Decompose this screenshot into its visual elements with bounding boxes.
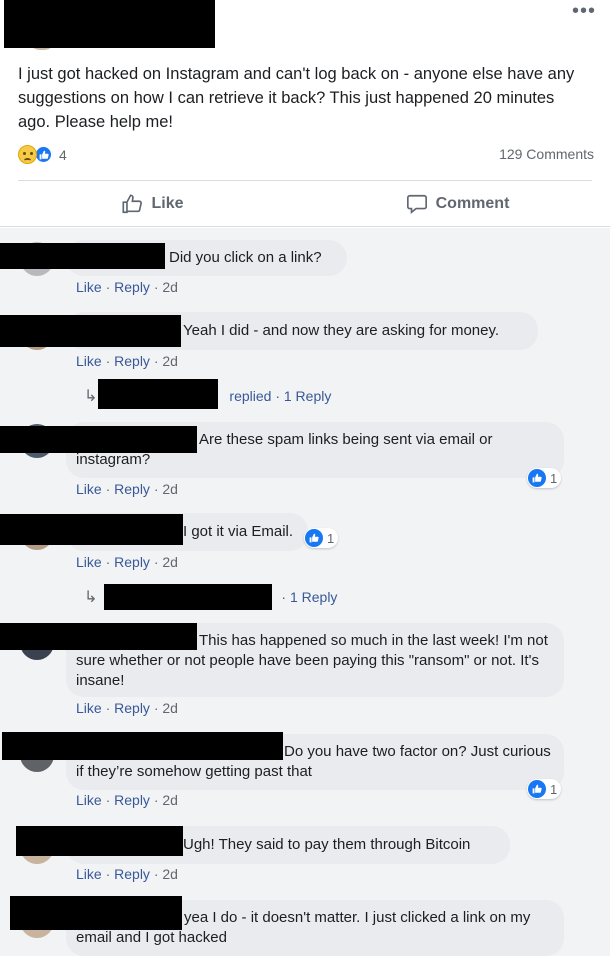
- comment-timestamp[interactable]: 2d: [162, 353, 178, 369]
- redacted-reply-name: [104, 584, 272, 610]
- comment-actions: Like · Reply · 2d: [76, 353, 178, 369]
- comment-reply-link[interactable]: Reply: [114, 481, 150, 497]
- separator: ·: [101, 554, 115, 570]
- comment-actions: Like · Reply · 2d: [76, 866, 178, 882]
- comments-count-link[interactable]: 129 Comments: [499, 146, 594, 162]
- comment-text: Did you click on a link?: [169, 249, 322, 266]
- like-reaction-icon: [528, 780, 546, 798]
- comment-timestamp[interactable]: 2d: [162, 792, 178, 808]
- divider: [0, 226, 610, 227]
- redacted-commenter-name: [0, 514, 183, 545]
- comment-like-link[interactable]: Like: [76, 700, 102, 716]
- comment-reply-link[interactable]: Reply: [114, 866, 150, 882]
- comment-timestamp[interactable]: 2d: [162, 700, 178, 716]
- comment-timestamp[interactable]: 2d: [162, 481, 178, 497]
- reaction-count: 4: [59, 146, 67, 163]
- reply-arrow-icon: ↳: [84, 388, 98, 405]
- replies-count[interactable]: replied · 1 Reply: [229, 388, 331, 404]
- separator: ·: [149, 353, 163, 369]
- comment-button-label: Comment: [435, 195, 510, 212]
- separator: ·: [101, 866, 115, 882]
- like-button-label: Like: [151, 195, 184, 212]
- separator: ·: [149, 554, 163, 570]
- post-text: I just got hacked on Instagram and can't…: [18, 65, 575, 131]
- redacted-author-name: [4, 0, 215, 48]
- comment-button[interactable]: Comment: [305, 184, 610, 224]
- redacted-commenter-name: [0, 315, 181, 347]
- more-options-icon[interactable]: •••: [572, 1, 596, 21]
- like-reaction-icon: [528, 469, 546, 487]
- comment-like-count: 1: [550, 781, 558, 797]
- comment-text: Ugh! They said to pay them through Bitco…: [183, 836, 471, 853]
- redacted-commenter-name: [10, 896, 182, 930]
- redacted-commenter-name: [0, 623, 197, 650]
- comment-actions: Like · Reply · 2d: [76, 481, 178, 497]
- comment-like-link[interactable]: Like: [76, 866, 102, 882]
- comment-like-count: 1: [550, 470, 558, 486]
- sad-reaction-icon: [18, 145, 37, 164]
- redacted-commenter-name: [16, 826, 183, 856]
- comment-icon: [406, 194, 427, 214]
- comment-timestamp[interactable]: 2d: [162, 279, 178, 295]
- separator: ·: [101, 279, 115, 295]
- comment-like-link[interactable]: Like: [76, 279, 102, 295]
- comment-actions: Like · Reply · 2d: [76, 792, 178, 808]
- comment-like-link[interactable]: Like: [76, 554, 102, 570]
- separator: ·: [101, 481, 115, 497]
- like-button[interactable]: Like: [0, 184, 305, 224]
- comment-like-link[interactable]: Like: [76, 353, 102, 369]
- reply-arrow-icon: ↳: [84, 589, 98, 606]
- separator: ·: [149, 866, 163, 882]
- comment-reply-link[interactable]: Reply: [114, 279, 150, 295]
- comment-reactions[interactable]: 1: [527, 779, 562, 799]
- reactions-summary[interactable]: 4: [18, 145, 67, 164]
- separator: ·: [101, 353, 115, 369]
- comment-like-link[interactable]: Like: [76, 481, 102, 497]
- comment-actions: Like · Reply · 2d: [76, 279, 178, 295]
- separator: ·: [101, 700, 115, 716]
- post-actions-bar: Like Comment: [0, 184, 610, 224]
- comment-like-count: 1: [327, 530, 335, 546]
- divider: [18, 180, 592, 181]
- separator: ·: [149, 279, 163, 295]
- replies-count[interactable]: · 1 Reply: [281, 589, 337, 605]
- comment-timestamp[interactable]: 2d: [162, 554, 178, 570]
- thumbs-up-icon: [122, 194, 143, 214]
- comment-text: I got it via Email.: [183, 523, 294, 540]
- comment-text: Yeah I did - and now they are asking for…: [183, 322, 500, 339]
- separator: ·: [101, 792, 115, 808]
- separator: ·: [149, 481, 163, 497]
- comment-reply-link[interactable]: Reply: [114, 792, 150, 808]
- redacted-commenter-name: [0, 243, 165, 269]
- comment-reactions[interactable]: 1: [304, 528, 339, 548]
- like-reaction-icon: [305, 529, 323, 547]
- comment-reply-link[interactable]: Reply: [114, 700, 150, 716]
- comment-reply-link[interactable]: Reply: [114, 353, 150, 369]
- comment-actions: Like · Reply · 2d: [76, 700, 178, 716]
- separator: ·: [149, 792, 163, 808]
- comment-actions: Like · Reply · 2d: [76, 554, 178, 570]
- separator: ·: [149, 700, 163, 716]
- redacted-reply-name: [98, 379, 218, 409]
- comment-timestamp[interactable]: 2d: [162, 866, 178, 882]
- redacted-commenter-name: [0, 426, 197, 453]
- comment-like-link[interactable]: Like: [76, 792, 102, 808]
- comment-reply-link[interactable]: Reply: [114, 554, 150, 570]
- redacted-commenter-name: [2, 732, 283, 760]
- comment-reactions[interactable]: 1: [527, 468, 562, 488]
